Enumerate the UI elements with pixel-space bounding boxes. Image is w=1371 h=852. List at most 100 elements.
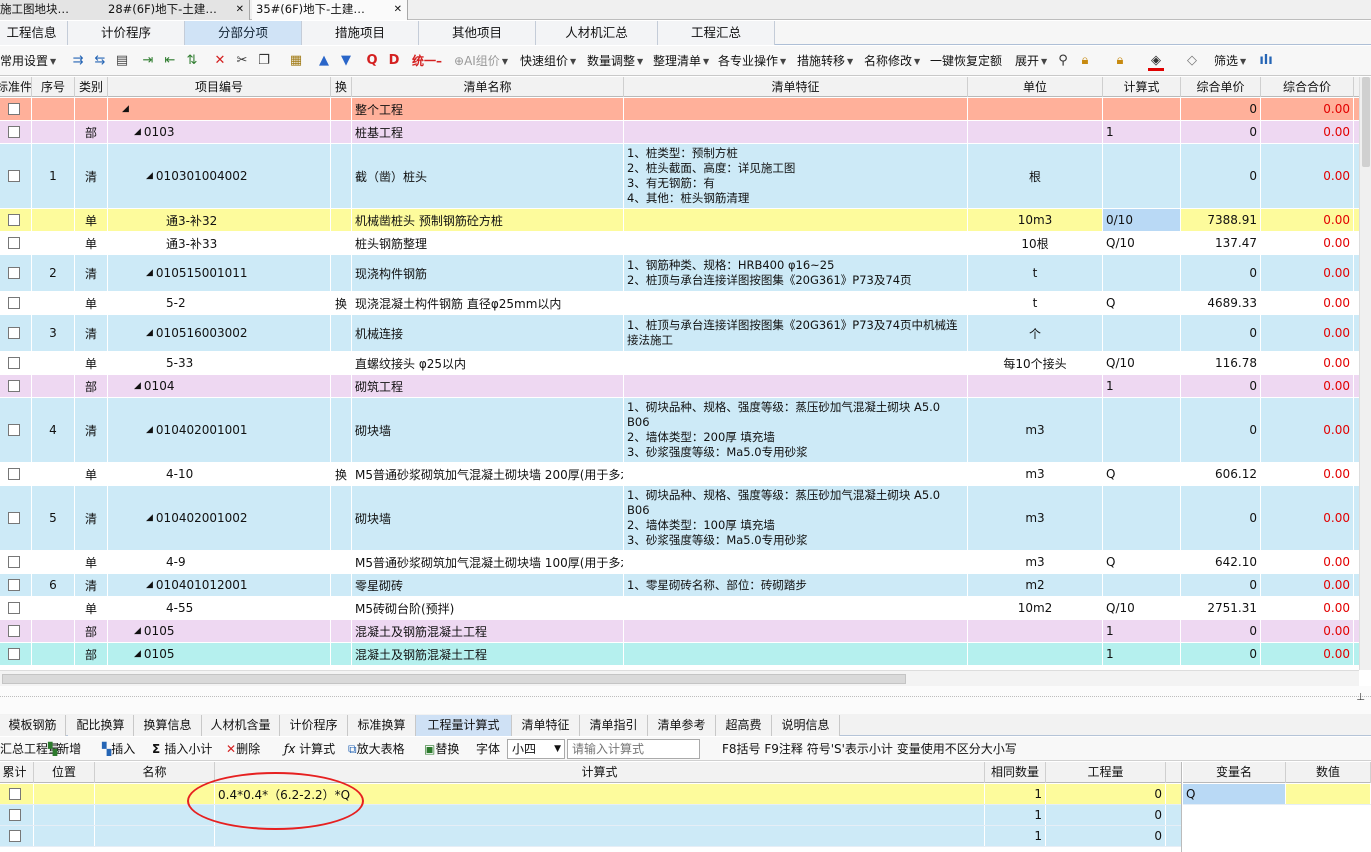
grid-cell[interactable]: 0	[1181, 643, 1261, 665]
main-tab[interactable]: 分部分项	[185, 21, 302, 45]
collapse-triangle-icon[interactable]: ◢	[122, 104, 129, 114]
grid-cell[interactable]: 部	[75, 620, 108, 642]
grid-cell[interactable]: 4-10	[108, 463, 331, 485]
move-up-icon[interactable]: ▲	[316, 53, 332, 69]
fill-color-icon[interactable]: ◈	[1148, 53, 1164, 71]
row-checkbox[interactable]	[7, 327, 20, 339]
grid-cell[interactable]: 现浇构件钢筋	[352, 255, 624, 291]
grid-cell[interactable]: 1	[32, 144, 75, 208]
table-row[interactable]: 2 清 ◢ 010515001011 现浇构件钢筋 1、钢筋种类、规格：HRB400 φ1…	[0, 255, 1359, 292]
clipboard-icon[interactable]: ▦	[288, 53, 304, 69]
restore-quota-button[interactable]: 一键恢复定额	[930, 46, 1002, 76]
main-tab[interactable]: 计价程序	[68, 21, 185, 45]
grid-cell[interactable]	[1103, 486, 1181, 550]
formula-cell[interactable]	[95, 826, 215, 846]
grid-cell[interactable]: 每10个接头	[968, 352, 1103, 374]
row-checkbox[interactable]	[7, 103, 20, 115]
collapse-triangle-icon[interactable]: ◢	[146, 580, 153, 590]
add-button[interactable]: ▚新增	[48, 737, 81, 761]
grid-cell[interactable]: ◢ 010402001001	[108, 398, 331, 462]
grid-cell[interactable]	[331, 232, 352, 254]
grid-cell[interactable]: 混凝土及钢筋混凝土工程	[352, 643, 624, 665]
grid-cell[interactable]: 10m3	[968, 209, 1103, 231]
grid-cell[interactable]	[624, 98, 968, 120]
grid-cell[interactable]: 0.00	[1261, 643, 1354, 665]
grid-cell[interactable]: 0.00	[1261, 463, 1354, 485]
measure-transfer-menu[interactable]: 措施转移 ▼	[797, 46, 853, 76]
row-checkbox[interactable]	[7, 602, 20, 614]
unlock-quota-icon[interactable]: D	[386, 53, 402, 69]
formula-button[interactable]: ƒx 计算式	[284, 737, 335, 761]
table-row[interactable]: 4 清 ◢ 010402001001 砌块墙 1、砌块品种、规格、强度等级：蒸压砂加气混凝…	[0, 398, 1359, 463]
grid-cell[interactable]: 通3-补32	[108, 209, 331, 231]
row-checkbox[interactable]	[7, 357, 20, 369]
grid-cell[interactable]: 0	[1181, 486, 1261, 550]
font-size-select[interactable]: 小四 ▼	[507, 739, 565, 759]
main-tab[interactable]: 工程信息	[0, 21, 68, 45]
grid-cell[interactable]: 3	[32, 315, 75, 351]
row-checkbox[interactable]	[7, 214, 20, 226]
grid-cell[interactable]: 0.00	[1261, 292, 1354, 314]
delete-row-button[interactable]: ✕删除	[226, 737, 260, 761]
grid-cell[interactable]	[32, 209, 75, 231]
row-checkbox[interactable]	[7, 267, 20, 279]
formula-cell[interactable]	[34, 826, 95, 846]
grid-cell[interactable]: 桩头钢筋整理	[352, 232, 624, 254]
main-tab[interactable]: 工程汇总	[658, 21, 775, 45]
grid-cell[interactable]	[624, 232, 968, 254]
grid-cell[interactable]	[624, 209, 968, 231]
grid-cell[interactable]: 砌块墙	[352, 486, 624, 550]
variable-row[interactable]: Q	[1183, 784, 1371, 805]
find-icon[interactable]: ⚲	[1055, 53, 1071, 69]
grid-cell[interactable]: ◢ 0104	[108, 375, 331, 397]
grid-cell[interactable]	[1103, 574, 1181, 596]
row-checkbox[interactable]	[7, 380, 20, 392]
grid-cell[interactable]: 0.00	[1261, 255, 1354, 291]
table-row[interactable]: 单 4-10 换 M5普通砂浆砌筑加气混凝土砌块墙 200厚(用于多水… m3 Q 606.…	[0, 463, 1359, 486]
quantity-adjust-menu[interactable]: 数量调整 ▼	[587, 46, 643, 76]
collapse-triangle-icon[interactable]: ◢	[146, 328, 153, 338]
enlarge-table-button[interactable]: ⧉放大表格	[348, 737, 405, 761]
grid-cell[interactable]: Q	[1103, 551, 1181, 573]
grid-cell[interactable]: 1、零星砌砖名称、部位：砖砌踏步	[624, 574, 968, 596]
formula-cell[interactable]: 0	[1046, 805, 1166, 825]
grid-cell[interactable]: 1、砌块品种、规格、强度等级：蒸压砂加气混凝土砌块 A5.0 B06 2、墙体类型：…	[624, 486, 968, 550]
collapse-triangle-icon[interactable]: ◢	[134, 381, 141, 391]
bottom-tab[interactable]: 标准换算	[348, 715, 416, 736]
grid-cell[interactable]: ◢	[108, 98, 331, 120]
row-checkbox[interactable]	[7, 424, 20, 436]
formula-cell[interactable]: 1	[985, 805, 1046, 825]
grid-cell[interactable]	[331, 643, 352, 665]
grid-cell[interactable]	[968, 98, 1103, 120]
grid-cell[interactable]: t	[968, 255, 1103, 291]
row-checkbox[interactable]	[7, 579, 20, 591]
collapse-triangle-icon[interactable]: ◢	[146, 513, 153, 523]
grid-cell[interactable]: 0.00	[1261, 375, 1354, 397]
grid-cell[interactable]: 7388.91	[1181, 209, 1261, 231]
variable-value-cell[interactable]	[1286, 784, 1371, 804]
grid-cell[interactable]: ◢ 0103	[108, 121, 331, 143]
cut-icon[interactable]: ✂	[234, 53, 250, 69]
grid-cell[interactable]: Q	[1103, 463, 1181, 485]
table-row[interactable]: 部 ◢ 0105 混凝土及钢筋混凝土工程 1 0 0.00	[0, 643, 1359, 666]
table-row[interactable]: 单 5-2 换现浇混凝土构件钢筋 直径φ25mm以内 t Q 4689.33 0.00	[0, 292, 1359, 315]
grid-cell[interactable]: ◢ 010301004002	[108, 144, 331, 208]
table-row[interactable]: 5 清 ◢ 010402001002 砌块墙 1、砌块品种、规格、强度等级：蒸压砂加气混凝…	[0, 486, 1359, 551]
grid-cell[interactable]: 1、钢筋种类、规格：HRB400 φ16~25 2、桩顶与承台连接详图按图集《20…	[624, 255, 968, 291]
grid-cell[interactable]	[331, 574, 352, 596]
bottom-tab[interactable]: 换算信息	[134, 715, 202, 736]
pin-icon[interactable]: ⊥	[1356, 692, 1365, 703]
grid-cell[interactable]: 砌块墙	[352, 398, 624, 462]
bottom-tab[interactable]: 清单特征	[512, 715, 580, 736]
grid-cell[interactable]	[968, 620, 1103, 642]
grid-cell[interactable]	[331, 315, 352, 351]
row-checkbox[interactable]	[7, 170, 20, 182]
grid-cell[interactable]: 6	[32, 574, 75, 596]
grid-cell[interactable]	[624, 292, 968, 314]
organize-list-menu[interactable]: 整理清单 ▼	[653, 46, 709, 76]
grid-cell[interactable]: 1	[1103, 121, 1181, 143]
main-tab[interactable]: 人材机汇总	[536, 21, 658, 45]
formula-input[interactable]	[567, 739, 700, 759]
lock-icon[interactable]: 🔒︎	[1077, 53, 1093, 69]
grid-cell[interactable]	[331, 255, 352, 291]
